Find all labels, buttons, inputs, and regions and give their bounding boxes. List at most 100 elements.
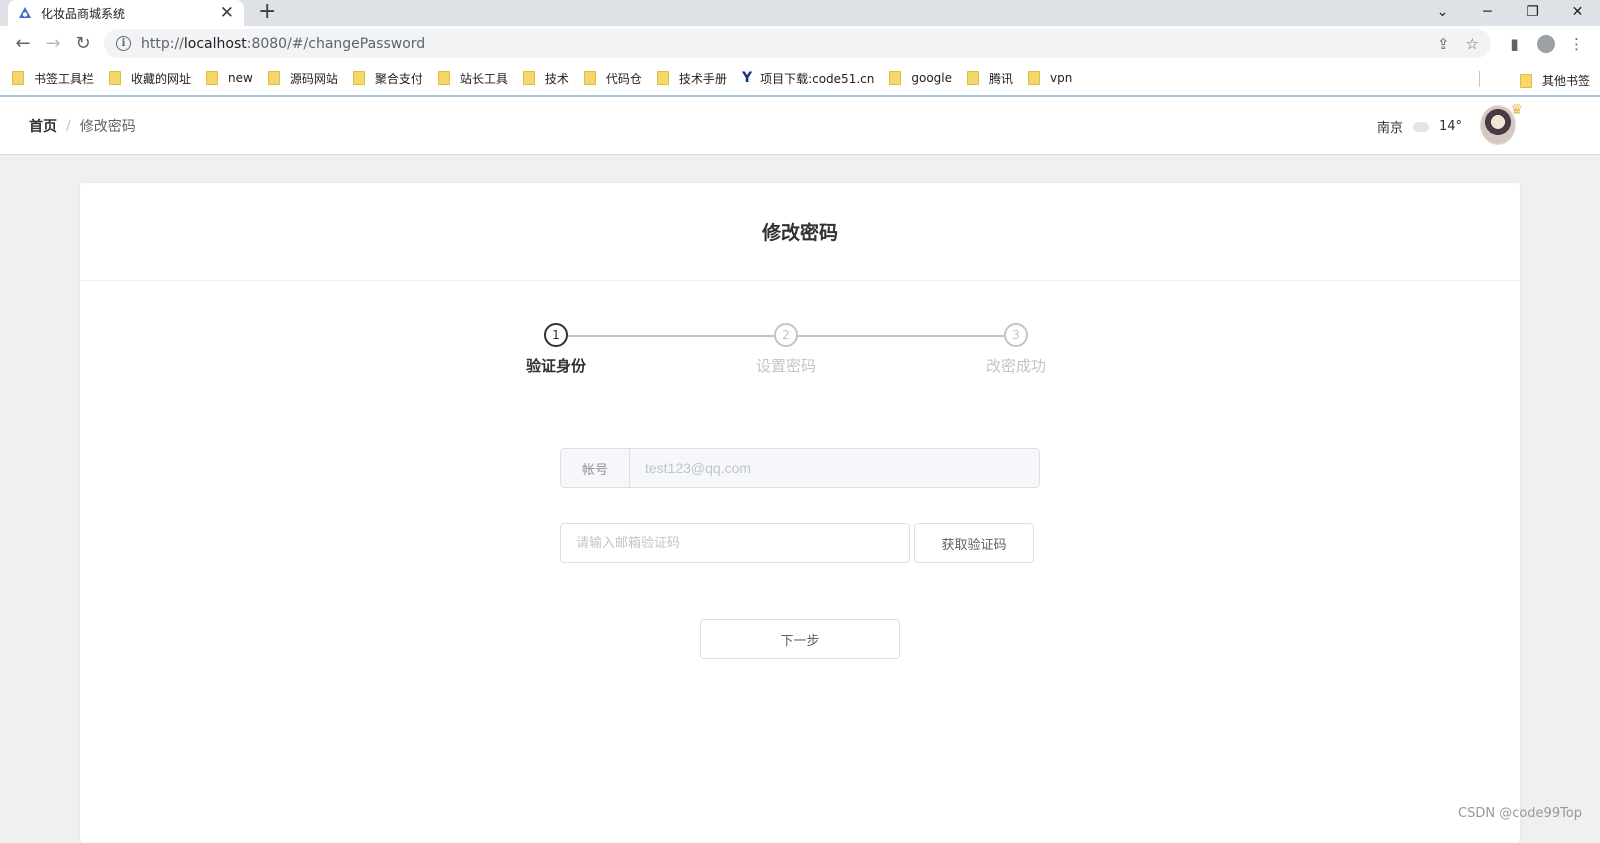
app-header: 首页 / 修改密码 南京 14° ♛ (0, 97, 1600, 155)
page-title: 修改密码 (80, 183, 1520, 281)
step-verify-identity: 1 验证身份 (476, 323, 636, 376)
folder-icon (1028, 71, 1041, 85)
weather-city: 南京 (1376, 121, 1403, 136)
bookmark-label: 技术 (544, 71, 569, 86)
share-icon[interactable]: ⇪ (1437, 35, 1450, 53)
bookmark-label: google (911, 71, 952, 85)
bookmark-item[interactable]: Y 项目下载:code51.cn (742, 70, 874, 87)
new-tab-button[interactable]: + (258, 0, 276, 26)
browser-tab[interactable]: 化妆品商城系统 ✕ (8, 0, 244, 26)
step-label: 设置密码 (755, 357, 816, 375)
tab-search-icon[interactable]: ⌄ (1420, 0, 1465, 24)
breadcrumb-separator: / (66, 117, 71, 134)
folder-icon (206, 71, 219, 85)
step-number: 3 (1004, 323, 1028, 347)
change-password-card: 修改密码 1 验证身份 2 设置密码 3 改密成功 帐号 获取验证码 下一步 (80, 183, 1520, 843)
folder-icon (656, 71, 669, 85)
bookmark-item[interactable]: new (206, 71, 253, 85)
bookmark-item[interactable]: 书签工具栏 (12, 70, 94, 87)
folder-icon (437, 71, 450, 85)
tab-strip: 化妆品商城系统 ✕ + ⌄ ─ ❐ ✕ (0, 0, 1600, 26)
step-label: 验证身份 (525, 357, 586, 375)
account-input[interactable] (630, 449, 1039, 487)
weather-widget: 南京 14° (1377, 117, 1462, 136)
url-prefix: http:// (141, 35, 184, 52)
y-logo-icon: Y (741, 70, 753, 86)
breadcrumb-home[interactable]: 首页 (29, 116, 57, 136)
bookmark-item[interactable]: 腾讯 (967, 70, 1013, 87)
folder-icon (967, 71, 979, 85)
bookmark-label: 技术手册 (678, 71, 727, 86)
reload-icon[interactable]: ↻ (68, 29, 98, 59)
minimize-icon[interactable]: ─ (1465, 0, 1510, 24)
bookmark-item[interactable]: 收藏的网址 (109, 70, 191, 87)
bookmark-label: new (228, 71, 253, 85)
bookmark-label: 聚合支付 (374, 71, 423, 86)
back-icon[interactable]: ← (8, 29, 38, 59)
step-set-password: 2 设置密码 (706, 323, 866, 376)
browser-toolbar: ← → ↻ i http://localhost:8080/#/changePa… (0, 26, 1600, 61)
bookmarks-divider (1479, 71, 1480, 87)
vue-logo-icon (18, 6, 32, 20)
cloud-icon (1412, 121, 1429, 132)
other-bookmarks[interactable]: 其他书签 (1519, 72, 1590, 89)
account-label: 帐号 (561, 449, 630, 487)
get-code-button[interactable]: 获取验证码 (914, 523, 1034, 563)
bookmark-item[interactable]: 技术 (522, 70, 569, 87)
forward-icon[interactable]: → (38, 29, 68, 59)
bookmark-label: vpn (1050, 71, 1073, 85)
close-window-icon[interactable]: ✕ (1555, 0, 1600, 24)
bookmark-label: 代码仓 (605, 71, 642, 86)
address-bar[interactable]: i http://localhost:8080/#/changePassword… (104, 29, 1491, 58)
bookmark-label: 项目下载:code51.cn (760, 71, 875, 86)
bookmark-item[interactable]: vpn (1028, 71, 1072, 85)
window-controls: ⌄ ─ ❐ ✕ (1420, 0, 1600, 24)
bookmark-item[interactable]: 站长工具 (437, 70, 508, 87)
bookmark-item[interactable]: 技术手册 (656, 70, 727, 87)
step-number: 1 (544, 323, 568, 347)
url-host: localhost (183, 35, 247, 52)
step-number: 2 (774, 323, 798, 347)
other-bookmarks-label: 其他书签 (1541, 74, 1590, 88)
folder-icon (12, 71, 24, 85)
folder-icon (889, 71, 902, 85)
url-text: http://localhost:8080/#/changePassword (141, 36, 1421, 52)
site-info-icon[interactable]: i (116, 36, 131, 51)
folder-icon (352, 71, 365, 85)
progress-steps: 1 验证身份 2 设置密码 3 改密成功 (80, 323, 1520, 383)
bookmark-label: 源码网站 (289, 71, 338, 86)
folder-icon (1519, 73, 1532, 88)
folder-icon (267, 71, 280, 85)
side-panel-icon[interactable]: ▮ (1499, 29, 1530, 59)
tab-title: 化妆品商城系统 (41, 6, 126, 21)
bookmark-label: 书签工具栏 (34, 71, 95, 86)
browser-chrome: 化妆品商城系统 ✕ + ⌄ ─ ❐ ✕ ← → ↻ i http://local… (0, 0, 1600, 97)
crown-icon: ♛ (1510, 102, 1523, 118)
folder-icon (109, 71, 122, 85)
bookmark-label: 收藏的网址 (131, 71, 192, 86)
bookmark-item[interactable]: 聚合支付 (352, 70, 423, 87)
bookmark-label: 腾讯 (989, 71, 1014, 86)
account-field: 帐号 (560, 448, 1040, 488)
folder-icon (522, 71, 535, 85)
bookmark-item[interactable]: 代码仓 (583, 70, 642, 87)
folder-icon (583, 71, 596, 85)
email-code-input[interactable] (560, 523, 910, 563)
bookmarks-bar: 书签工具栏 收藏的网址 new 源码网站 聚合支付 站长工具 技术 代码仓 技术… (0, 61, 1600, 97)
watermark: CSDN @code99Top (1458, 806, 1583, 821)
browser-menu-icon[interactable]: ⋮ (1561, 29, 1592, 59)
profile-icon[interactable] (1530, 29, 1561, 59)
step-success: 3 改密成功 (936, 323, 1096, 376)
bookmark-star-icon[interactable]: ☆ (1466, 35, 1479, 53)
bookmark-item[interactable]: google (889, 71, 952, 85)
breadcrumb: 首页 / 修改密码 (29, 116, 136, 136)
next-step-button[interactable]: 下一步 (700, 619, 900, 659)
restore-icon[interactable]: ❐ (1510, 0, 1555, 24)
weather-temperature: 14° (1438, 119, 1462, 134)
close-tab-icon[interactable]: ✕ (220, 4, 234, 22)
bookmark-label: 站长工具 (459, 71, 508, 86)
step-label: 改密成功 (985, 357, 1046, 375)
bookmark-item[interactable]: 源码网站 (267, 70, 338, 87)
url-rest: :8080/#/changePassword (246, 35, 426, 52)
breadcrumb-current: 修改密码 (79, 118, 136, 135)
